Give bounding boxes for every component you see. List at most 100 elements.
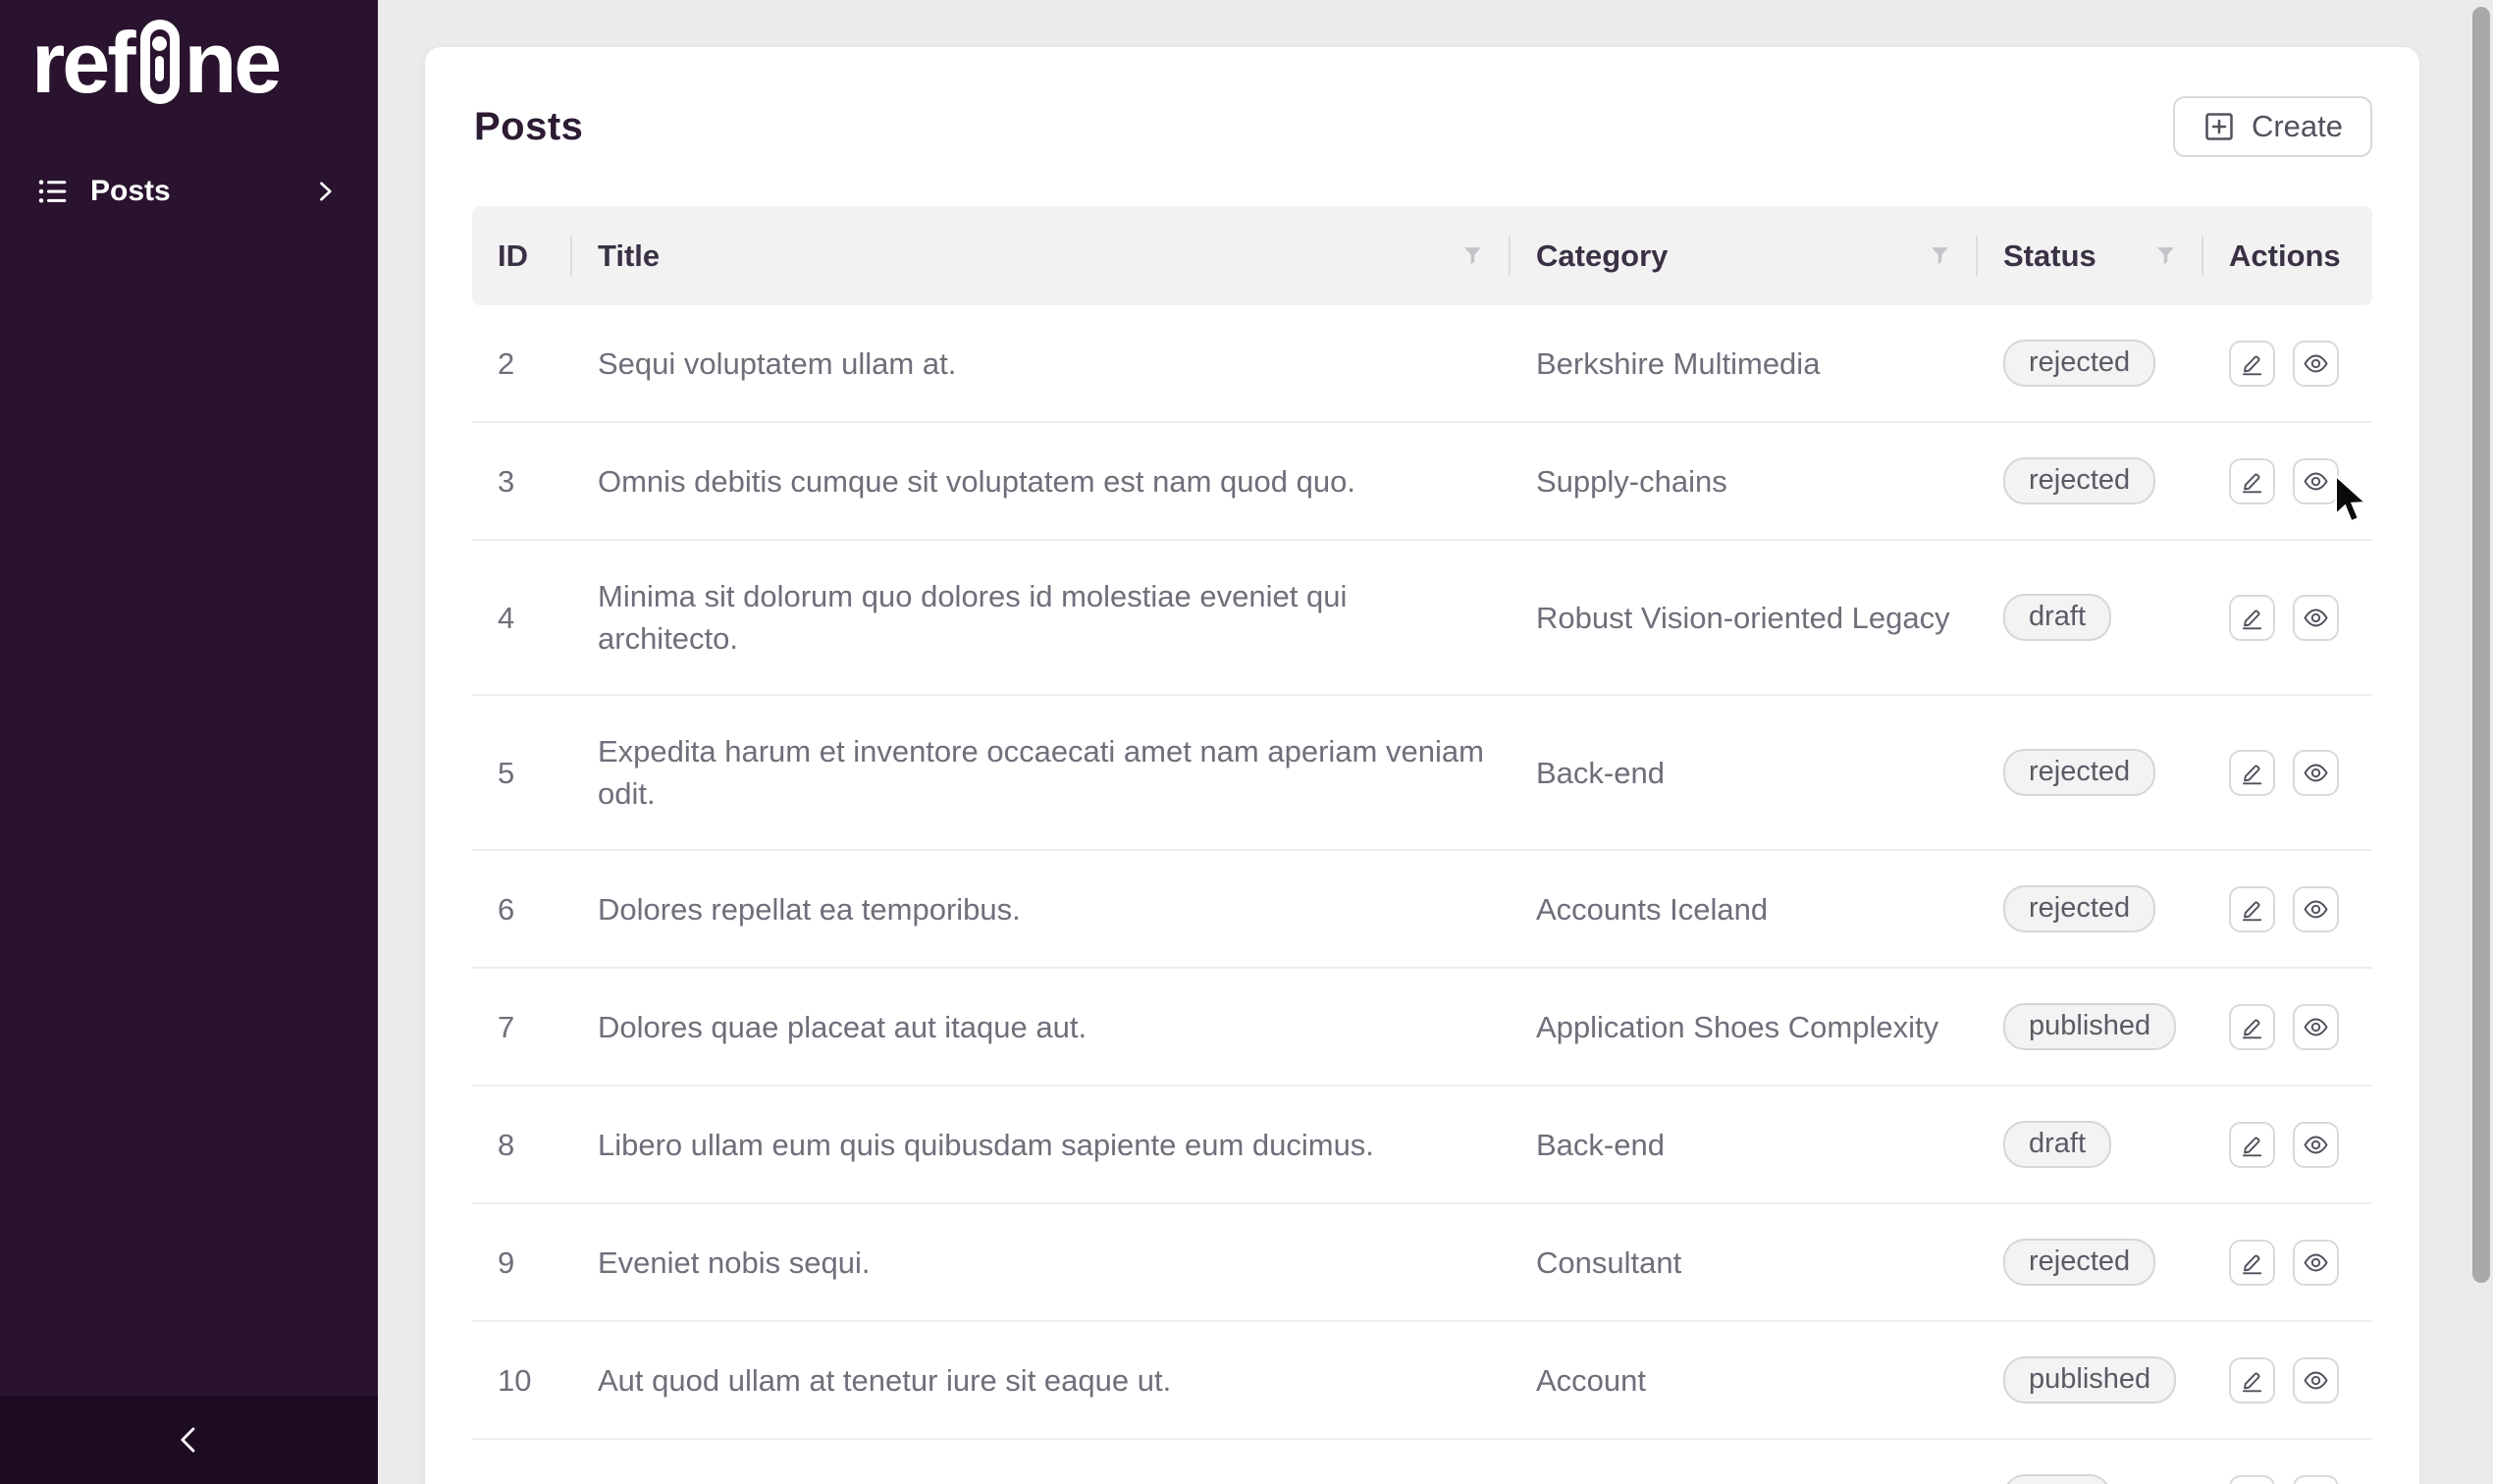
show-button[interactable] <box>2293 457 2339 504</box>
table-body: 2 Sequi voluptatem ullam at. Berkshire M… <box>472 305 2372 1484</box>
show-button[interactable] <box>2293 1003 2339 1050</box>
status-badge: draft <box>2003 1121 2112 1168</box>
filter-icon[interactable] <box>1928 243 1952 268</box>
show-button[interactable] <box>2293 1356 2339 1404</box>
column-header-actions: Actions <box>2203 206 2372 305</box>
cell-status: rejected <box>1978 850 2203 969</box>
column-header-category: Category <box>1511 206 1978 305</box>
cell-title: Libero ullam eum quis quibusdam sapiente… <box>572 1086 1511 1204</box>
cell-actions <box>2203 1439 2372 1484</box>
show-button[interactable] <box>2293 340 2339 387</box>
edit-button[interactable] <box>2229 1003 2275 1050</box>
status-badge: rejected <box>2003 749 2156 796</box>
logo-text-suffix: ne <box>184 14 283 111</box>
show-button[interactable] <box>2293 1121 2339 1168</box>
filter-icon[interactable] <box>1460 243 1485 268</box>
eye-icon <box>2304 1253 2328 1271</box>
cell-actions <box>2203 1086 2372 1204</box>
sidebar-item-posts[interactable]: Posts <box>0 157 378 226</box>
status-badge: rejected <box>2003 340 2156 387</box>
edit-pencil-icon <box>2242 1253 2262 1274</box>
column-header-id: ID <box>472 206 572 305</box>
cell-status: draft <box>1978 540 2203 696</box>
edit-pencil-icon <box>2242 472 2262 493</box>
status-badge: published <box>2003 1356 2177 1404</box>
table-row: 7 Dolores quae placeat aut itaque aut. A… <box>472 968 2372 1086</box>
cell-category: Consultant <box>1511 1203 1978 1322</box>
edit-pencil-icon <box>2242 354 2262 375</box>
table-row: 10 Aut quod ullam at tenetur iure sit ea… <box>472 1321 2372 1440</box>
cell-title: Sequi voluptatem ullam at. <box>572 305 1511 423</box>
table-row: 9 Eveniet nobis sequi. Consultant reject… <box>472 1203 2372 1322</box>
edit-button[interactable] <box>2229 1474 2275 1484</box>
create-button[interactable]: Create <box>2172 96 2372 157</box>
cell-actions <box>2203 422 2372 541</box>
table-row: 5 Expedita harum et inventore occaecati … <box>472 695 2372 851</box>
cell-status: published <box>1978 1321 2203 1440</box>
eye-icon <box>2304 472 2328 490</box>
edit-button[interactable] <box>2229 594 2275 641</box>
show-button[interactable] <box>2293 749 2339 796</box>
sidebar: ref ne Posts <box>0 0 378 1484</box>
status-badge: draft <box>2003 594 2112 641</box>
cell-id: 2 <box>472 305 572 423</box>
cell-actions <box>2203 968 2372 1086</box>
status-badge: rejected <box>2003 1239 2156 1286</box>
eye-icon <box>2304 1018 2328 1035</box>
eye-icon <box>2304 354 2328 372</box>
status-badge: rejected <box>2003 457 2156 504</box>
eye-icon <box>2304 1136 2328 1153</box>
app-logo[interactable]: ref ne <box>0 0 378 108</box>
cell-category: Supply-chains <box>1511 422 1978 541</box>
edit-button[interactable] <box>2229 1121 2275 1168</box>
logo-text-prefix: ref <box>31 14 135 111</box>
cell-id: 3 <box>472 422 572 541</box>
cell-id: 9 <box>472 1203 572 1322</box>
cell-title: Minima sit dolorum quo dolores id molest… <box>572 540 1511 696</box>
column-header-title: Title <box>572 206 1511 305</box>
cell-category: Application Shoes Complexity <box>1511 968 1978 1086</box>
cell-title: Omnis debitis cumque sit voluptatem est … <box>572 422 1511 541</box>
table-row: 2 Sequi voluptatem ullam at. Berkshire M… <box>472 305 2372 423</box>
sidebar-collapse-button[interactable] <box>0 1396 378 1484</box>
cell-title: Aut quod ullam at tenetur iure sit eaque… <box>572 1321 1511 1440</box>
filter-icon[interactable] <box>2153 243 2178 268</box>
cell-status: rejected <box>1978 305 2203 423</box>
cell-category: Accounts Iceland <box>1511 850 1978 969</box>
edit-button[interactable] <box>2229 1356 2275 1404</box>
edit-button[interactable] <box>2229 885 2275 932</box>
logo-i-mark <box>139 20 180 104</box>
cell-status: draft <box>1978 1439 2203 1484</box>
cell-status: draft <box>1978 1086 2203 1204</box>
cell-category: Account <box>1511 1321 1978 1440</box>
edit-button[interactable] <box>2229 457 2275 504</box>
edit-pencil-icon <box>2242 609 2262 629</box>
cell-id: 7 <box>472 968 572 1086</box>
cell-title: Doloribus eaque in <box>572 1439 1511 1484</box>
chevron-left-icon <box>180 1427 194 1453</box>
sidebar-nav: Posts <box>0 157 378 226</box>
show-button[interactable] <box>2293 1239 2339 1286</box>
create-button-label: Create <box>2251 109 2343 143</box>
show-button[interactable] <box>2293 1474 2339 1484</box>
cell-title: Expedita harum et inventore occaecati am… <box>572 695 1511 851</box>
edit-pencil-icon <box>2242 1371 2262 1392</box>
show-button[interactable] <box>2293 885 2339 932</box>
cell-status: rejected <box>1978 422 2203 541</box>
edit-button[interactable] <box>2229 340 2275 387</box>
cell-id: 11 <box>472 1439 572 1484</box>
status-badge: rejected <box>2003 885 2156 932</box>
edit-pencil-icon <box>2242 900 2262 921</box>
scrollbar[interactable] <box>2472 7 2490 1283</box>
page-header: Posts Create <box>472 96 2372 157</box>
table-row: 8 Libero ullam eum quis quibusdam sapien… <box>472 1086 2372 1204</box>
eye-icon <box>2304 1371 2328 1389</box>
cell-actions <box>2203 305 2372 423</box>
cell-category: Back-end <box>1511 1086 1978 1204</box>
cell-actions <box>2203 850 2372 969</box>
plus-square-icon <box>2205 113 2233 140</box>
cell-status: rejected <box>1978 1203 2203 1322</box>
show-button[interactable] <box>2293 594 2339 641</box>
edit-button[interactable] <box>2229 749 2275 796</box>
edit-button[interactable] <box>2229 1239 2275 1286</box>
